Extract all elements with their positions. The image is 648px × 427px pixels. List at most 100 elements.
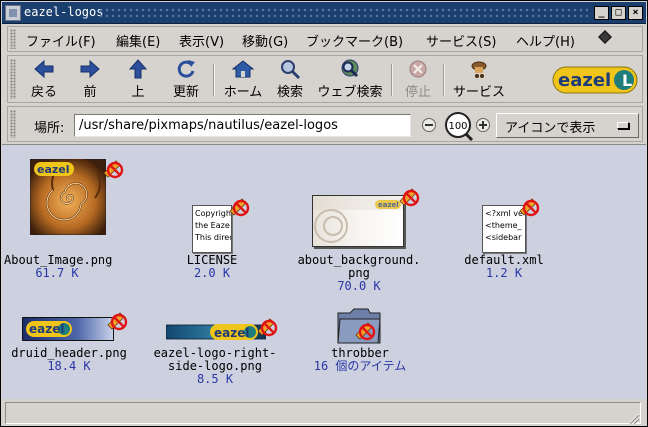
home-icon [232,60,254,78]
services-icon [471,61,487,78]
web-search-button[interactable]: ウェブ検索 [314,58,386,100]
preview-line: Copyrigh [195,209,231,218]
svg-text:eazel: eazel [214,326,249,340]
zoom-level-lens[interactable]: 100 [440,111,476,141]
svg-text:100: 100 [448,121,467,132]
search-button[interactable]: 検索 [272,58,308,100]
status-bar [5,402,641,424]
toolbar-separator [391,64,393,96]
back-label: 戻る [30,85,57,100]
no-write-emblem-icon [103,160,124,179]
forward-label: 前 [83,85,97,100]
zoom-out-icon[interactable] [422,118,436,132]
window-title: eazel-logos [24,5,104,19]
svg-text:eazel: eazel [558,70,611,91]
file-info: 70.0 K [337,279,381,293]
services-button[interactable]: サービス [448,58,510,100]
text-file-icon: Copyrigh the Eaze This direc [192,205,232,253]
view-mode-value: アイコンで表示 [505,121,596,136]
preview-line: <theme_ [485,221,522,230]
services-label: サービス [452,85,505,100]
preview-line: the Eaze [195,221,230,230]
file-item[interactable]: <?xml ve <theme_ <sidebar default.xml 1.… [458,159,550,289]
file-item[interactable]: Copyrigh the Eaze This direc LICENSE 2.0… [166,159,258,289]
location-label: 場所: [34,121,65,136]
forward-arrow-icon [80,59,100,79]
background-thumbnail: eazel [312,195,404,247]
menu-services[interactable]: サービス(S) [426,31,496,50]
file-item[interactable]: eazel eazel-logo-right- side-logo.png 8.… [150,313,280,399]
option-menu-indicator-icon [617,122,629,129]
up-button[interactable]: 上 [120,58,156,100]
back-button[interactable]: 戻る [22,58,66,100]
reload-icon [177,60,195,78]
file-info: 1.2 K [485,266,523,280]
home-button[interactable]: ホーム [218,58,268,100]
file-item[interactable]: eazel about_background. png 70.0 K [294,159,424,299]
no-write-emblem-icon [519,198,540,217]
about-image-thumbnail: eazel [30,159,106,235]
title-bar[interactable]: eazel-logos _ □ × [2,2,646,24]
toolbar-separator [213,64,215,96]
diamond-menu-icon[interactable] [598,30,612,44]
zoom-in-icon[interactable] [476,118,490,132]
preview-line: <sidebar [485,233,522,242]
toolbar-grip[interactable] [10,59,16,99]
reload-button[interactable]: 更新 [166,58,206,100]
menubar-grip[interactable] [10,29,16,49]
window-menu-icon[interactable] [5,5,21,21]
stop-label: 停止 [404,85,431,100]
nautilus-window: eazel-logos _ □ × ファイル(F) 編集(E) 表示(V) 移動… [0,0,648,427]
web-search-icon [341,59,359,78]
no-write-emblem-icon [355,322,376,341]
up-arrow-icon [128,59,148,79]
preview-line: This direc [195,233,232,242]
location-input[interactable]: /usr/share/pixmaps/nautilus/eazel-logos [74,114,411,137]
back-arrow-icon [34,59,54,79]
stop-button[interactable]: 停止 [398,58,438,100]
web-search-label: ウェブ検索 [317,85,383,100]
shell-watermark-icon: eazel [313,196,403,243]
menu-file[interactable]: ファイル(F) [26,31,96,50]
location-bar: 場所: /usr/share/pixmaps/nautilus/eazel-lo… [7,106,643,142]
druid-header-thumbnail: eazel [22,317,114,341]
close-button[interactable]: × [628,6,643,20]
minimize-button[interactable]: _ [594,6,609,20]
stop-icon [409,60,427,78]
menu-bar: ファイル(F) 編集(E) 表示(V) 移動(G) ブックマーク(B) サービス… [7,26,643,52]
no-write-emblem-icon [107,312,128,331]
no-write-emblem-icon [257,318,278,337]
no-write-emblem-icon [229,198,250,217]
home-label: ホーム [223,85,263,100]
file-info: 8.5 K [196,372,234,386]
search-icon [281,60,301,80]
file-info: 2.0 K [193,266,231,280]
menu-bookmarks[interactable]: ブックマーク(B) [306,31,403,50]
file-item[interactable]: eazel About_Image.png 61.7 K [4,159,124,289]
no-write-emblem-icon [399,188,420,207]
file-info: 18.4 K [47,359,91,373]
eazel-logo: L eazel [552,66,638,94]
menu-view[interactable]: 表示(V) [179,31,224,50]
maximize-button[interactable]: □ [611,6,626,20]
forward-button[interactable]: 前 [70,58,110,100]
right-side-logo-thumbnail: eazel [166,324,266,340]
reload-label: 更新 [172,85,199,100]
menu-go[interactable]: 移動(G) [242,31,288,50]
toolbar: 戻る 前 上 更新 ホーム 検索 ウェブ検索 停止 サービス L eazel [7,55,643,103]
menu-help[interactable]: ヘルプ(H) [516,31,575,50]
folder-item[interactable]: throbber 16 個のアイテム [300,305,420,385]
file-info: 61.7 K [35,266,79,280]
svg-text:eazel: eazel [29,322,64,336]
up-label: 上 [131,85,145,100]
svg-text:L: L [622,71,632,90]
title-bar-pattern [98,7,588,21]
view-mode-select[interactable]: アイコンで表示 [496,113,639,138]
locationbar-grip[interactable] [10,110,16,138]
file-item[interactable]: eazel druid_header.png 18.4 K [4,312,134,393]
resize-grip-icon[interactable] [626,411,640,425]
menu-edit[interactable]: 編集(E) [116,31,160,50]
icon-view[interactable]: eazel About_Image.png 61.7 K Copyrigh th… [2,144,646,399]
toolbar-separator [443,64,445,96]
svg-text:eazel: eazel [37,163,70,176]
